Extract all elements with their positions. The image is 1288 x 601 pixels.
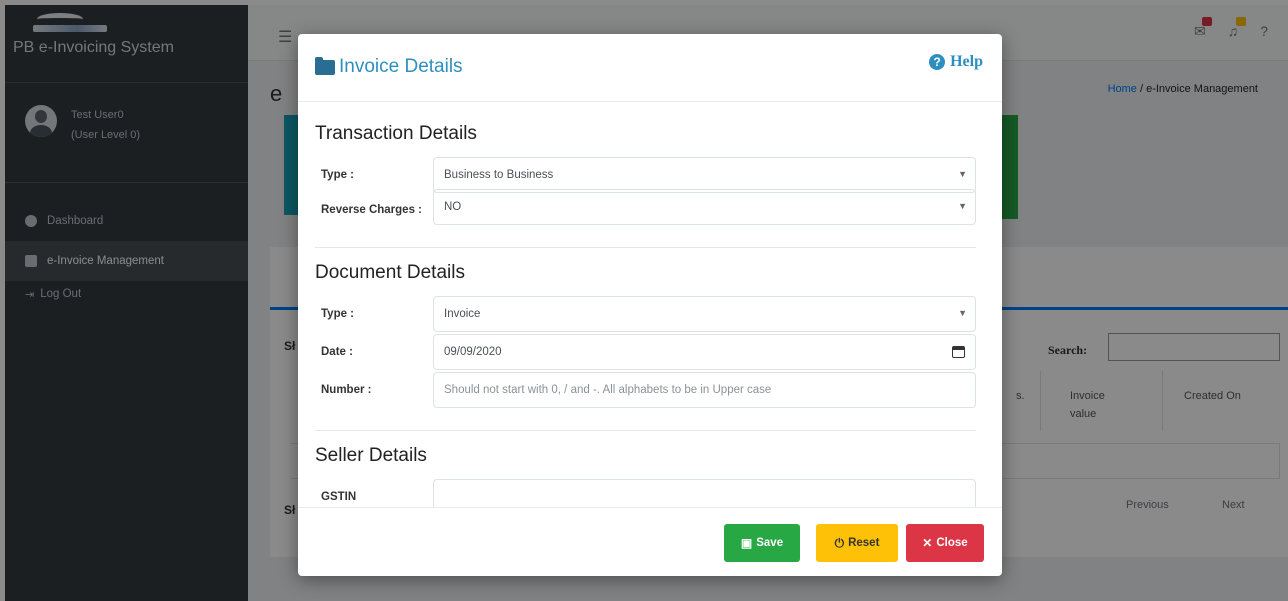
transaction-type-value: Business to Business <box>444 169 554 181</box>
help-icon: ? <box>929 54 946 70</box>
close-icon: ✕ <box>922 536 933 550</box>
document-date-input[interactable]: 09/09/2020 <box>433 334 976 370</box>
save-label: Save <box>756 537 784 549</box>
document-number-label: Number : <box>321 383 372 396</box>
document-type-value: Invoice <box>444 308 481 320</box>
chevron-down-icon: ▼ <box>958 308 967 318</box>
chevron-down-icon: ▼ <box>958 169 967 179</box>
modal-footer: ▣ Save ⏻ Reset ✕ Close <box>298 507 1002 576</box>
section-title-transaction: Transaction Details <box>315 123 477 144</box>
reset-label: Reset <box>848 537 880 549</box>
modal-body[interactable]: Transaction Details Type : Business to B… <box>298 103 1002 507</box>
close-button[interactable]: ✕ Close <box>906 524 984 562</box>
document-type-select[interactable]: Invoice ▼ <box>433 296 976 332</box>
transaction-type-select[interactable]: Business to Business ▼ <box>433 157 976 193</box>
calendar-icon[interactable] <box>952 346 965 358</box>
document-date-label: Date : <box>321 345 353 358</box>
floppy-disk-icon: ▣ <box>740 536 753 550</box>
save-button[interactable]: ▣ Save <box>724 524 800 562</box>
seller-gstin-label: GSTIN <box>321 490 357 503</box>
document-number-input[interactable]: Should not start with 0, / and -. All al… <box>433 372 976 408</box>
document-number-placeholder: Should not start with 0, / and -. All al… <box>444 384 772 396</box>
invoice-details-modal: Invoice Details ? Help Transaction Detai… <box>298 34 1002 576</box>
seller-gstin-input[interactable] <box>433 479 976 507</box>
modal-title: Invoice Details <box>339 56 463 77</box>
help-link[interactable]: ? Help <box>929 53 983 71</box>
power-icon: ⏻ <box>834 535 845 550</box>
transaction-type-label: Type : <box>321 168 355 181</box>
section-title-seller: Seller Details <box>315 445 427 466</box>
reset-button[interactable]: ⏻ Reset <box>816 524 898 562</box>
close-label: Close <box>936 537 968 549</box>
chevron-down-icon: ▼ <box>958 201 967 211</box>
reverse-charges-value: NO <box>444 201 462 213</box>
modal-header: Invoice Details ? Help <box>298 34 1002 102</box>
help-label: Help <box>950 53 983 70</box>
document-type-label: Type : <box>321 307 355 320</box>
folder-icon <box>315 56 335 75</box>
document-date-value: 09/09/2020 <box>444 346 502 358</box>
reverse-charges-select[interactable]: NO ▼ <box>433 189 976 225</box>
reverse-charges-label: Reverse Charges : <box>321 203 422 216</box>
section-title-document: Document Details <box>315 262 465 283</box>
